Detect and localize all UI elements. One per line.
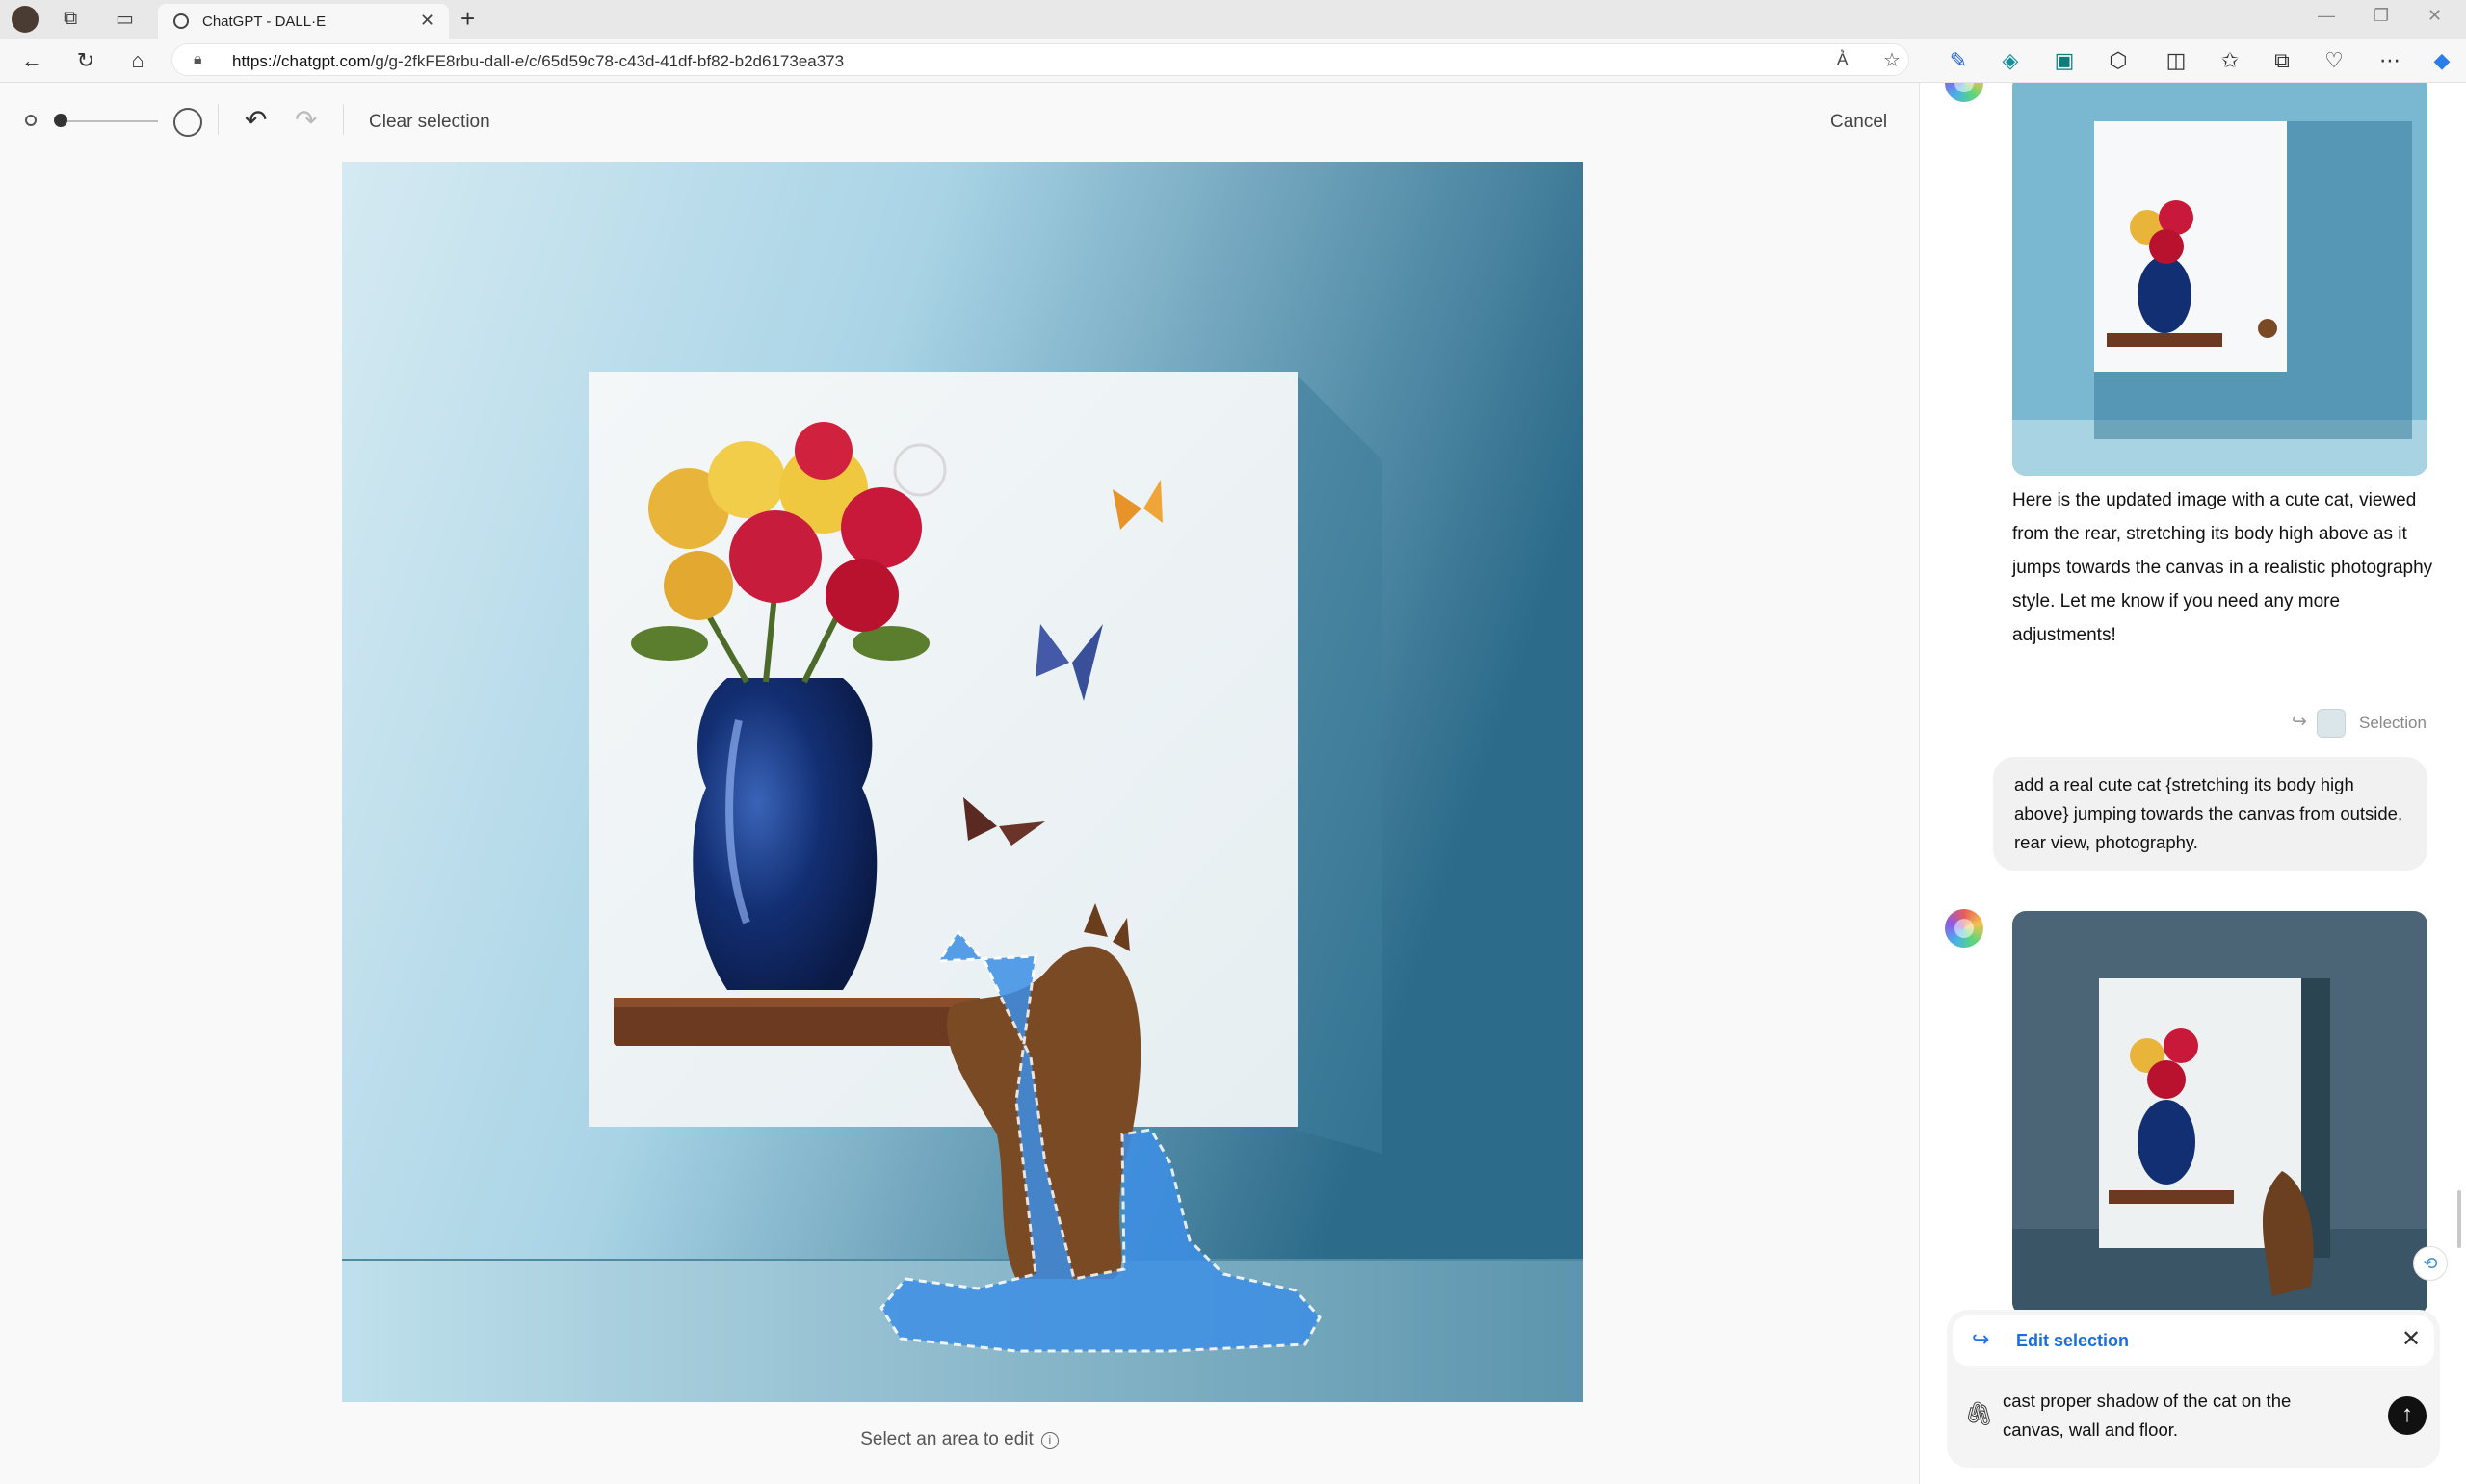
info-icon[interactable]: i: [1040, 1432, 1059, 1449]
shelf-top: [614, 998, 980, 1007]
edit-selection-bar: ↪ Edit selection ✕: [1953, 1315, 2434, 1366]
favorite-star-icon[interactable]: ☆: [1883, 48, 1901, 72]
generated-image[interactable]: [342, 162, 1583, 1402]
profile-avatar[interactable]: [12, 6, 39, 33]
close-edit-selection-icon[interactable]: ✕: [2401, 1325, 2421, 1353]
brush-size-small-icon: [25, 115, 37, 126]
undo-icon[interactable]: ↶: [245, 104, 267, 136]
chat-scrollbar[interactable]: [2457, 1190, 2461, 1248]
assistant-avatar: [1945, 83, 1983, 102]
tab-chatgpt[interactable]: ChatGPT - DALL·E ✕: [158, 4, 449, 39]
image-editor: ↶ ↷ Clear selection Cancel Select an are…: [0, 83, 1919, 1484]
copilot-icon[interactable]: ◆: [2429, 48, 2454, 73]
select-area-hint: Select an area to edit i: [0, 1429, 1919, 1450]
minimize-icon[interactable]: —: [2318, 6, 2335, 26]
vertical-tabs-icon[interactable]: ▭: [116, 7, 134, 31]
refresh-icon[interactable]: ↻: [73, 48, 98, 73]
address-bar[interactable]: 🔒︎ https://chatgpt.com/g/g-2fkFE8rbu-dal…: [171, 43, 1909, 76]
edit-selection-arrow-icon: ↪: [1972, 1327, 1990, 1351]
user-message: add a real cute cat {stretching its body…: [1993, 757, 2427, 871]
collections-icon[interactable]: ⧉: [2269, 48, 2295, 73]
home-icon[interactable]: ⌂: [125, 48, 150, 73]
redo-icon[interactable]: ↷: [295, 104, 317, 136]
tab-close-icon[interactable]: ✕: [420, 11, 434, 31]
edit-selection-label: Edit selection: [2016, 1331, 2130, 1350]
compose-box: ↪ Edit selection ✕ 🖇︎ cast proper shadow…: [1947, 1310, 2440, 1468]
assistant-avatar: [1945, 909, 1983, 948]
chat-panel: Here is the updated image with a cute ca…: [1919, 83, 2466, 1484]
blue-vase: [693, 678, 878, 990]
browser-essentials-icon[interactable]: ♡: [2322, 48, 2347, 73]
selection-thumbnail: [2317, 709, 2346, 738]
previous-image-thumbnail[interactable]: [2012, 83, 2427, 476]
send-button[interactable]: ↑: [2388, 1396, 2427, 1435]
assistant-reply: Here is the updated image with a cute ca…: [2012, 490, 2433, 645]
browser-toolbar: ← ↻ ⌂ 🔒︎ https://chatgpt.com/g/g-2fkFE8r…: [0, 39, 2466, 83]
back-icon[interactable]: ←: [19, 48, 44, 73]
restore-icon[interactable]: ❐: [2374, 6, 2389, 26]
tab-title: ChatGPT - DALL·E: [202, 13, 327, 30]
split-screen-icon[interactable]: ◫: [2164, 48, 2189, 73]
scroll-helper-icon[interactable]: ⟲: [2413, 1246, 2448, 1281]
clear-selection-button[interactable]: Clear selection: [369, 112, 490, 133]
brush-size-large-icon: [173, 108, 202, 137]
latest-image-thumbnail[interactable]: [2012, 911, 2427, 1315]
browser-tab-bar: ⧉ ▭ ChatGPT - DALL·E ✕ + — ❐ ✕: [0, 0, 2466, 39]
chatgpt-favicon-icon: [173, 13, 189, 29]
attach-icon[interactable]: 🖇︎: [1964, 1400, 1993, 1428]
selection-tag-label: Selection: [2359, 714, 2427, 732]
cancel-button[interactable]: Cancel: [1830, 112, 1887, 133]
message-input[interactable]: cast proper shadow of the cat on the can…: [2003, 1387, 2349, 1445]
favorites-icon[interactable]: ✩: [2217, 48, 2243, 73]
extensions-puzzle-icon[interactable]: ⬡: [2106, 48, 2131, 73]
toolbar-divider: [343, 104, 344, 135]
extension-pen-icon[interactable]: ✎: [1946, 48, 1971, 73]
canvas-shadow: [1296, 374, 1382, 1154]
window-close-icon[interactable]: ✕: [2427, 6, 2442, 26]
new-tab-button[interactable]: +: [460, 4, 475, 34]
edit-canvas[interactable]: [342, 162, 1583, 1402]
extension-grid-icon[interactable]: ▣: [2052, 48, 2077, 73]
read-aloud-icon[interactable]: A͛: [1837, 50, 1848, 69]
extension-gem-icon[interactable]: ◈: [1998, 48, 2023, 73]
brush-size-slider-knob[interactable]: [54, 114, 67, 127]
brush-size-slider[interactable]: [54, 120, 158, 122]
workspaces-icon[interactable]: ⧉: [64, 8, 77, 30]
toolbar-divider: [218, 104, 219, 135]
reply-arrow-icon: ↪: [2292, 712, 2307, 732]
lock-icon[interactable]: 🔒︎: [194, 51, 202, 68]
url-text[interactable]: https://chatgpt.com/g/g-2fkFE8rbu-dall-e…: [232, 52, 844, 71]
more-options-icon[interactable]: ⋯: [2377, 48, 2402, 73]
